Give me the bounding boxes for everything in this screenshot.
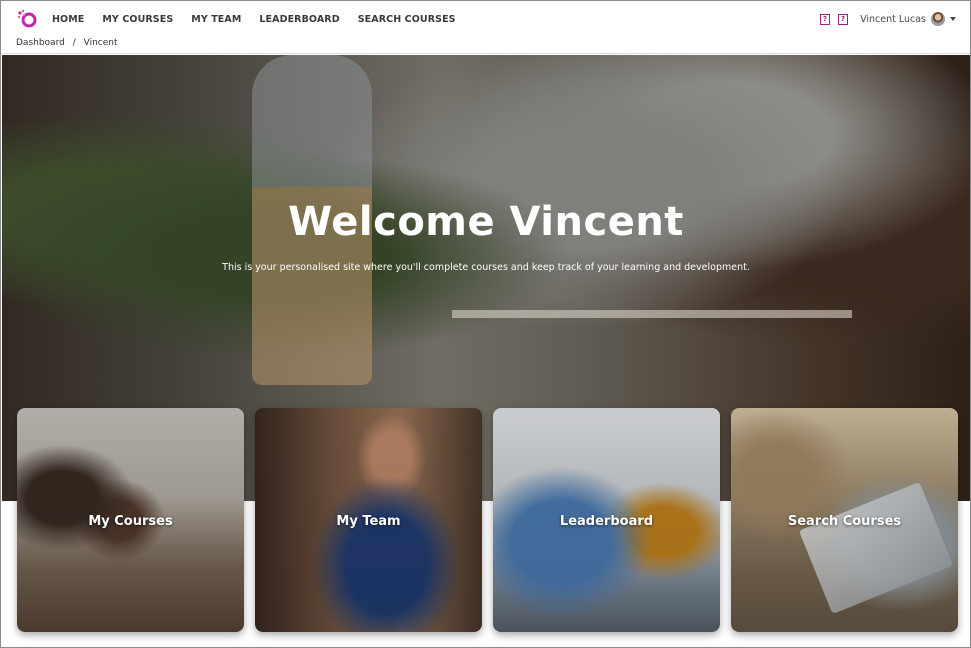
tile-leaderboard[interactable]: Leaderboard [493, 408, 720, 632]
nav-home[interactable]: HOME [52, 14, 84, 25]
breadcrumb: Dashboard / Vincent [1, 37, 970, 54]
tile-grid: My Courses My Team Leaderboard Search Co… [17, 408, 958, 632]
tile-search-courses[interactable]: Search Courses [731, 408, 958, 632]
tile-label: Search Courses [787, 514, 902, 529]
tile-my-team[interactable]: My Team [255, 408, 482, 632]
help-icon[interactable]: ? [820, 13, 831, 25]
avatar[interactable] [931, 12, 945, 26]
laptop-image [798, 481, 954, 615]
page-title: Welcome Vincent [288, 199, 684, 245]
tile-label: Leaderboard [559, 514, 654, 529]
chevron-down-icon[interactable] [950, 17, 956, 21]
help-icon[interactable]: ? [838, 13, 849, 25]
user-tools: ? ? Vincent Lucas [820, 12, 956, 26]
user-name[interactable]: Vincent Lucas [860, 14, 926, 25]
main-nav: HOME MY COURSES MY TEAM LEADERBOARD SEAR… [52, 14, 474, 25]
nav-my-team[interactable]: MY TEAM [191, 14, 241, 25]
tile-label: My Team [336, 514, 401, 529]
breadcrumb-separator: / [72, 38, 76, 48]
tile-my-courses[interactable]: My Courses [17, 408, 244, 632]
nav-search-courses[interactable]: SEARCH COURSES [358, 14, 456, 25]
nav-my-courses[interactable]: MY COURSES [102, 14, 173, 25]
hero-background-table [452, 310, 852, 318]
tile-label: My Courses [88, 514, 173, 529]
breadcrumb-current: Vincent [83, 38, 118, 48]
logo-icon[interactable] [16, 8, 38, 30]
top-navigation-bar: HOME MY COURSES MY TEAM LEADERBOARD SEAR… [1, 1, 970, 37]
breadcrumb-dashboard[interactable]: Dashboard [16, 38, 65, 48]
hero-subtitle: This is your personalised site where you… [222, 262, 750, 273]
nav-leaderboard[interactable]: LEADERBOARD [259, 14, 339, 25]
